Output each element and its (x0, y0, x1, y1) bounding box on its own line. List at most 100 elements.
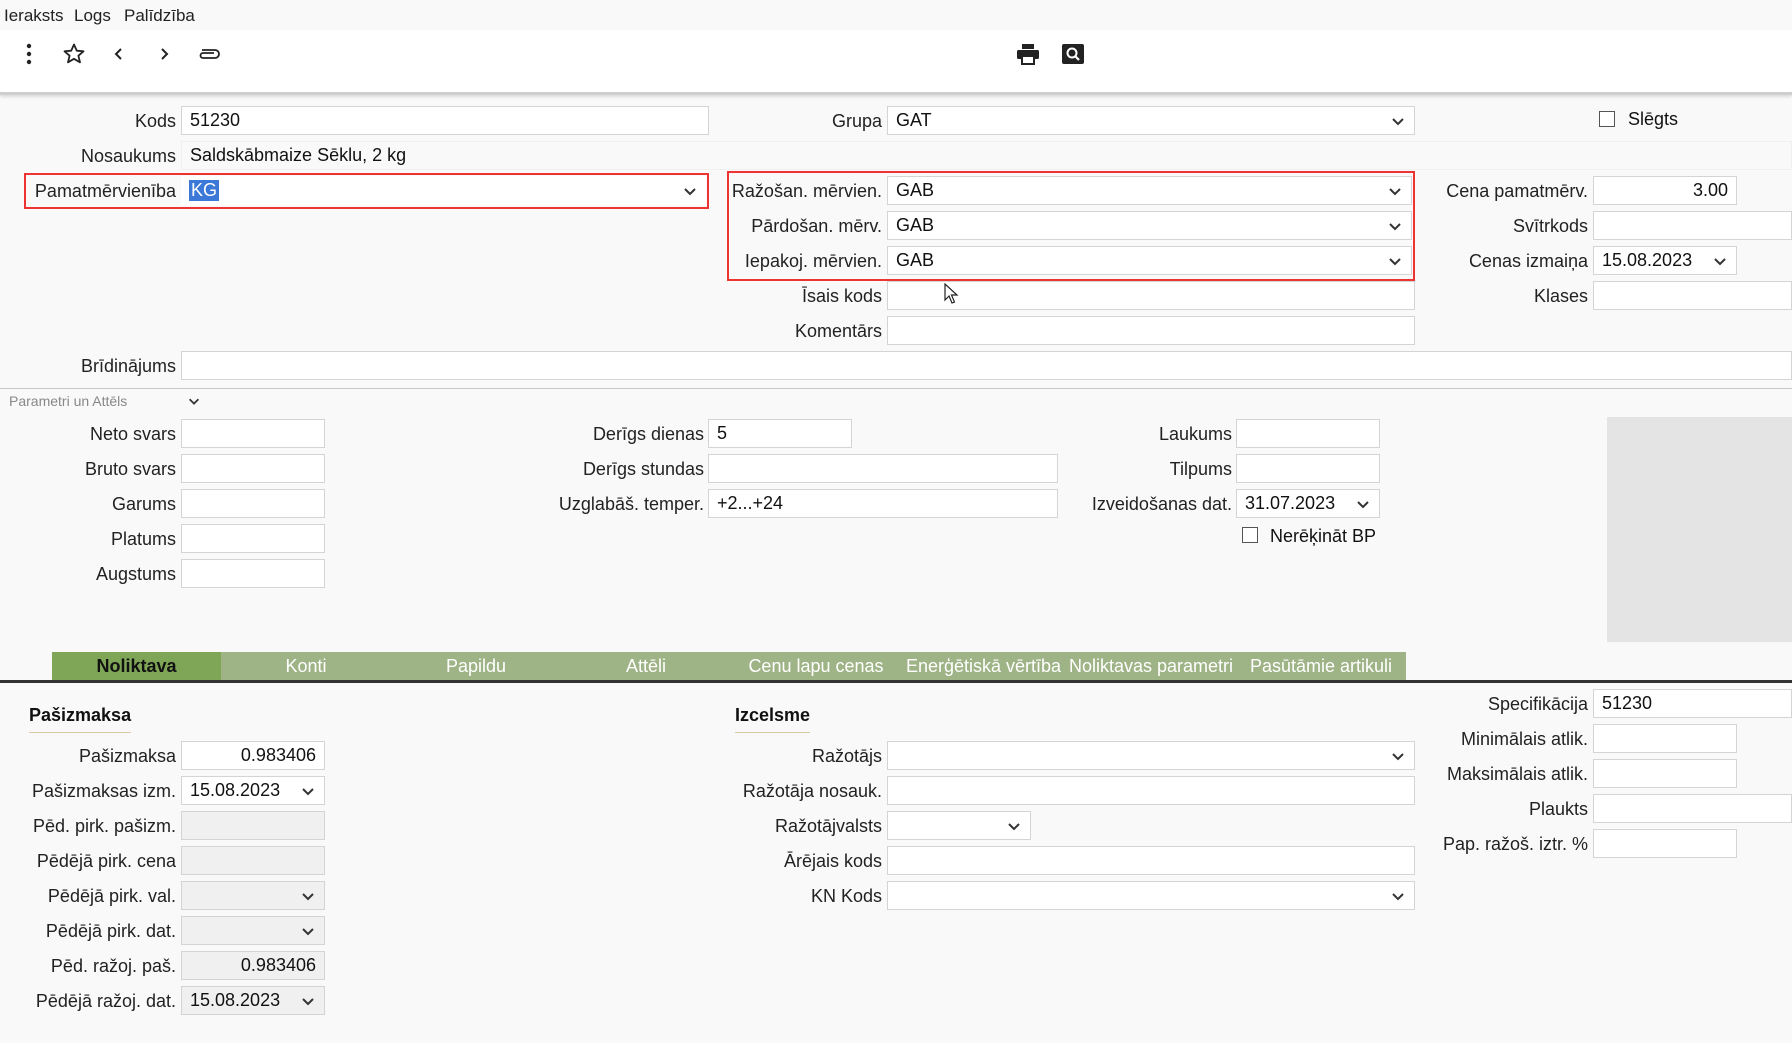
search-preview-icon[interactable] (1059, 40, 1087, 68)
razotaja-nosauk-input[interactable] (887, 776, 1415, 805)
kn-kods-label: KN Kods (810, 886, 882, 906)
tab-atteli[interactable]: Attēli (561, 652, 731, 680)
minimalais-atlik-input[interactable] (1593, 724, 1737, 753)
image-placeholder[interactable] (1607, 417, 1792, 642)
tab-papildu[interactable]: Papildu (391, 652, 561, 680)
svitrkods-input[interactable] (1593, 211, 1792, 240)
toolbar (0, 30, 1792, 95)
uzglabas-temper-input[interactable]: +2...+24 (708, 489, 1058, 518)
arejais-kods-input[interactable] (887, 846, 1415, 875)
ped-pirk-pasizm-input (181, 811, 325, 840)
paperclip-icon[interactable] (195, 40, 223, 68)
razotajvalsts-label: Ražotājvalsts (774, 816, 882, 836)
nerekinat-bp-checkbox[interactable] (1242, 527, 1258, 543)
bruto-svars-input[interactable] (181, 454, 325, 483)
pasizmaksas-izm-select[interactable]: 15.08.2023 (181, 776, 325, 805)
razotajs-select[interactable] (887, 741, 1415, 770)
specifikacija-input[interactable]: 51230 (1593, 689, 1792, 718)
klases-label: Klases (1533, 286, 1588, 306)
chevron-left-icon[interactable] (105, 40, 133, 68)
pamatmervieniba-label: Pamatmērvienība (34, 181, 176, 201)
chevron-down-icon (1006, 818, 1022, 834)
ped-razoj-pas-input: 0.983406 (181, 951, 325, 980)
neto-svars-input[interactable] (181, 419, 325, 448)
plaukts-label: Plaukts (1528, 799, 1588, 819)
pap-razos-iztr-input[interactable] (1593, 829, 1737, 858)
pamatmervieniba-value: KG (189, 180, 220, 201)
svitrkods-label: Svītrkods (1512, 216, 1588, 236)
chevron-down-icon (682, 183, 698, 199)
tab-cenu-lapu-cenas[interactable]: Cenu lapu cenas (731, 652, 901, 680)
pardosan-label: Pārdošan. mērv. (751, 216, 882, 236)
pasizmaksa-input[interactable]: 0.983406 (181, 741, 325, 770)
izveidosanas-select[interactable]: 31.07.2023 (1236, 489, 1380, 518)
komentars-input[interactable] (887, 316, 1415, 345)
pedeja-pirk-dat-label: Pēdējā pirk. dat. (45, 921, 176, 941)
pedeja-pirk-dat-select[interactable] (181, 916, 325, 945)
pardosan-value: GAB (896, 215, 935, 235)
params-section-toggle[interactable]: Parametri un Attēls (9, 393, 201, 409)
tab-underline (0, 680, 1792, 683)
tab-noliktava[interactable]: Noliktava (52, 652, 221, 680)
menu-ieraksts[interactable]: Ieraksts (4, 6, 64, 26)
menu-logs[interactable]: Logs (74, 6, 111, 26)
more-vertical-icon[interactable] (15, 40, 43, 68)
tab-konti[interactable]: Konti (221, 652, 391, 680)
garums-input[interactable] (181, 489, 325, 518)
laukums-input[interactable] (1236, 419, 1380, 448)
divider (0, 388, 1792, 389)
chevron-right-icon[interactable] (150, 40, 178, 68)
ped-razoj-pas-label: Pēd. ražoj. paš. (50, 956, 176, 976)
params-section-label: Parametri un Attēls (9, 393, 128, 409)
chevron-down-icon (1712, 253, 1728, 269)
derigs-stundas-input[interactable] (708, 454, 1058, 483)
pamatmervieniba-select[interactable]: KG (181, 176, 706, 205)
pedeja-pirk-cena-input (181, 846, 325, 875)
razosan-select[interactable]: GAB (887, 176, 1412, 205)
tab-energetiska-vertiba[interactable]: Enerģētiskā vērtība (901, 652, 1066, 680)
pasizmaksa-title: Pašizmaksa (29, 705, 132, 733)
razotajvalsts-select[interactable] (887, 811, 1031, 840)
plaukts-input[interactable] (1593, 794, 1792, 823)
pedeja-razoj-dat-select[interactable]: 15.08.2023 (181, 986, 325, 1015)
uzglabas-temper-label: Uzglabāš. temper. (558, 494, 704, 514)
kn-kods-select[interactable] (887, 881, 1415, 910)
augstums-label: Augstums (95, 564, 176, 584)
cenas-izmaina-select[interactable]: 15.08.2023 (1593, 246, 1737, 275)
slegts-label: Slēgts (1628, 109, 1679, 129)
platums-input[interactable] (181, 524, 325, 553)
izcelsme-title: Izcelsme (735, 705, 811, 733)
pedeja-pirk-val-select[interactable] (181, 881, 325, 910)
cena-input[interactable]: 3.00 (1593, 176, 1737, 205)
mouse-cursor-icon (944, 283, 959, 304)
isais-kods-input[interactable] (887, 281, 1415, 310)
bridinajums-input[interactable] (181, 351, 1792, 380)
menu-palidziba[interactable]: Palīdzība (124, 6, 195, 26)
komentars-label: Komentārs (794, 321, 882, 341)
klases-input[interactable] (1593, 281, 1792, 310)
kods-input[interactable]: 51230 (181, 106, 709, 135)
chevron-down-icon (1390, 888, 1406, 904)
platums-label: Platums (110, 529, 176, 549)
razotajs-label: Ražotājs (811, 746, 882, 766)
tilpums-input[interactable] (1236, 454, 1380, 483)
grupa-select[interactable]: GAT (887, 106, 1415, 135)
nosaukums-input[interactable]: Saldskābmaize Sēklu, 2 kg (181, 141, 1792, 170)
iepakoj-select[interactable]: GAB (887, 246, 1412, 275)
tab-noliktavas-parametri[interactable]: Noliktavas parametri (1066, 652, 1236, 680)
augstums-input[interactable] (181, 559, 325, 588)
printer-icon[interactable] (1014, 40, 1042, 68)
derigs-dienas-input[interactable]: 5 (708, 419, 852, 448)
star-icon[interactable] (60, 40, 88, 68)
slegts-checkbox[interactable] (1599, 111, 1615, 127)
chevron-down-icon (300, 783, 316, 799)
grupa-label: Grupa (831, 111, 882, 131)
chevron-down-icon (187, 394, 201, 408)
pardosan-select[interactable]: GAB (887, 211, 1412, 240)
maksimalais-atlik-input[interactable] (1593, 759, 1737, 788)
pedeja-razoj-dat-value: 15.08.2023 (190, 990, 281, 1010)
derigs-stundas-label: Derīgs stundas (582, 459, 704, 479)
derigs-dienas-label: Derīgs dienas (592, 424, 704, 444)
tab-pasutamie-artikuli[interactable]: Pasūtāmie artikuli (1236, 652, 1406, 680)
chevron-down-icon (1390, 113, 1406, 129)
